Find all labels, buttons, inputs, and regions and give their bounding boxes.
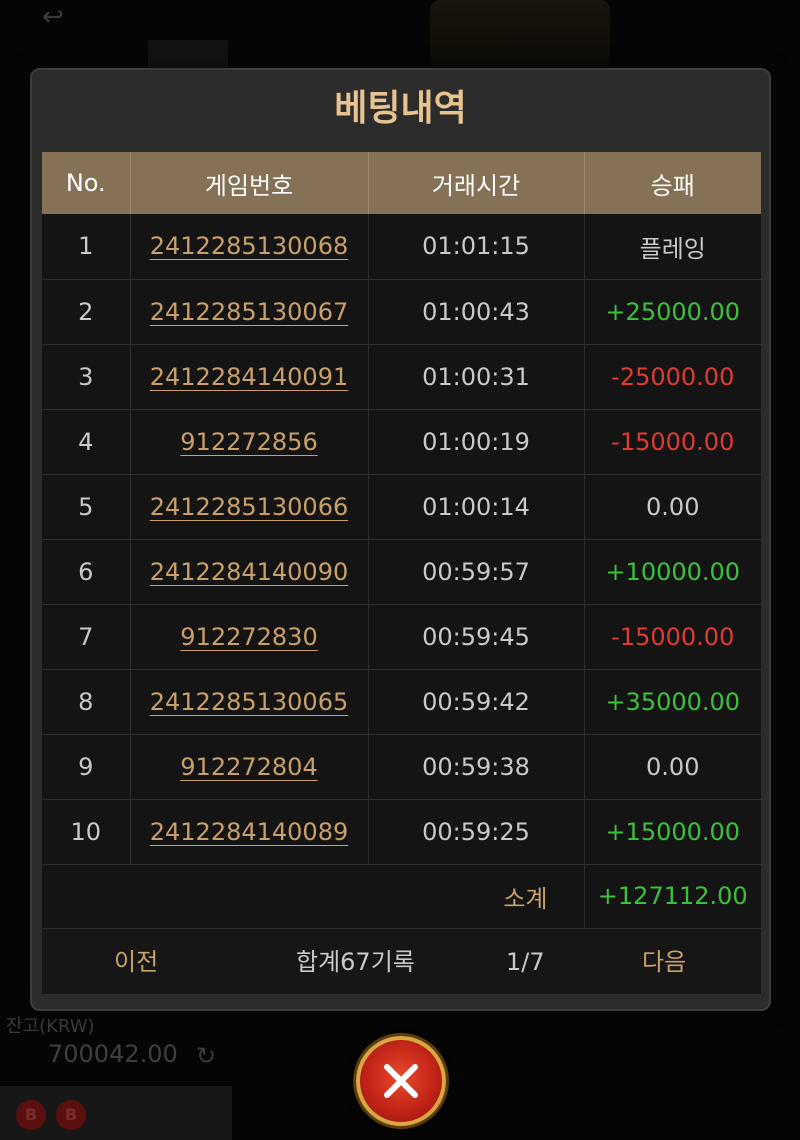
game-id-cell: 2412285130065 bbox=[130, 669, 369, 735]
table-row: 4 912272856 01:00:19 -15000.00 bbox=[42, 409, 761, 475]
trade-time: 01:00:43 bbox=[368, 279, 585, 345]
subtotal-value: +127112.00 bbox=[584, 864, 761, 929]
game-id-cell: 912272804 bbox=[130, 734, 369, 800]
page-indicator: 1/7 bbox=[506, 948, 545, 976]
result-value: +15000.00 bbox=[584, 799, 761, 865]
table-row: 2 2412285130067 01:00:43 +25000.00 bbox=[42, 279, 761, 345]
game-id-cell: 2412285130067 bbox=[130, 279, 369, 345]
row-number: 3 bbox=[42, 344, 131, 410]
table-row: 6 2412284140090 00:59:57 +10000.00 bbox=[42, 539, 761, 605]
result-value: 0.00 bbox=[584, 474, 761, 540]
col-header-result: 승패 bbox=[584, 152, 761, 214]
trade-time: 01:01:15 bbox=[368, 214, 585, 280]
game-id-cell: 2412285130066 bbox=[130, 474, 369, 540]
game-id-link[interactable]: 912272830 bbox=[180, 623, 317, 651]
trade-time: 00:59:45 bbox=[368, 604, 585, 670]
result-value: 플레잉 bbox=[584, 214, 761, 280]
background-tag bbox=[148, 40, 228, 68]
table-header-row: No. 게임번호 거래시간 승패 bbox=[42, 152, 761, 214]
result-value: -15000.00 bbox=[584, 604, 761, 670]
table-row: 10 2412284140089 00:59:25 +15000.00 bbox=[42, 799, 761, 865]
trade-time: 01:00:31 bbox=[368, 344, 585, 410]
col-header-no: No. bbox=[42, 152, 131, 214]
modal-title: 베팅내역 bbox=[334, 88, 467, 129]
prev-page-button[interactable]: 이전 bbox=[114, 930, 158, 994]
game-id-cell: 2412284140091 bbox=[130, 344, 369, 410]
col-header-game-id: 게임번호 bbox=[130, 152, 369, 214]
result-value: +25000.00 bbox=[584, 279, 761, 345]
col-header-time: 거래시간 bbox=[368, 152, 585, 214]
result-value: -15000.00 bbox=[584, 409, 761, 475]
row-number: 7 bbox=[42, 604, 131, 670]
close-x-icon bbox=[384, 1064, 418, 1098]
game-id-link[interactable]: 912272804 bbox=[180, 753, 317, 781]
trade-time: 00:59:57 bbox=[368, 539, 585, 605]
row-number: 5 bbox=[42, 474, 131, 540]
table-row: 9 912272804 00:59:38 0.00 bbox=[42, 734, 761, 800]
table-row: 3 2412284140091 01:00:31 -25000.00 bbox=[42, 344, 761, 410]
trade-time: 00:59:42 bbox=[368, 669, 585, 735]
game-id-cell: 2412284140089 bbox=[130, 799, 369, 865]
game-id-link[interactable]: 2412285130065 bbox=[150, 688, 349, 716]
row-number: 10 bbox=[42, 799, 131, 865]
row-number: 4 bbox=[42, 409, 131, 475]
row-number: 9 bbox=[42, 734, 131, 800]
table-row: 7 912272830 00:59:45 -15000.00 bbox=[42, 604, 761, 670]
game-id-cell: 912272856 bbox=[130, 409, 369, 475]
next-page-button[interactable]: 다음 bbox=[642, 930, 686, 994]
result-value: 0.00 bbox=[584, 734, 761, 800]
result-value: -25000.00 bbox=[584, 344, 761, 410]
game-id-cell: 912272830 bbox=[130, 604, 369, 670]
table-row: 8 2412285130065 00:59:42 +35000.00 bbox=[42, 669, 761, 735]
game-id-link[interactable]: 2412285130067 bbox=[150, 298, 349, 326]
row-number: 1 bbox=[42, 214, 131, 280]
subtotal-label: 소계 bbox=[42, 864, 585, 929]
game-id-cell: 2412285130068 bbox=[130, 214, 369, 280]
game-logo bbox=[430, 0, 610, 70]
game-id-link[interactable]: 2412285130068 bbox=[150, 232, 349, 260]
close-button[interactable] bbox=[356, 1036, 446, 1126]
refresh-icon[interactable]: ↻ bbox=[196, 1042, 216, 1070]
trade-time: 01:00:14 bbox=[368, 474, 585, 540]
game-id-link[interactable]: 2412284140091 bbox=[150, 363, 349, 391]
betting-history-modal: 베팅내역 No. 게임번호 거래시간 승패 1 2412285130068 01:0… bbox=[30, 68, 771, 1011]
trade-time: 01:00:19 bbox=[368, 409, 585, 475]
trade-time: 00:59:25 bbox=[368, 799, 585, 865]
result-value: +10000.00 bbox=[584, 539, 761, 605]
game-id-link[interactable]: 912272856 bbox=[180, 428, 317, 456]
balance-label: 잔고(KRW) bbox=[6, 1016, 95, 1037]
trade-time: 00:59:38 bbox=[368, 734, 585, 800]
chip-banker-1: B bbox=[16, 1100, 46, 1130]
total-records: 합계67기록 bbox=[296, 948, 415, 976]
back-arrow-icon[interactable]: ↩ bbox=[42, 2, 78, 32]
chip-banker-2: B bbox=[56, 1100, 86, 1130]
row-number: 6 bbox=[42, 539, 131, 605]
game-id-link[interactable]: 2412285130066 bbox=[150, 493, 349, 521]
pagination: 이전 합계67기록 1/7 다음 bbox=[42, 930, 761, 994]
row-number: 8 bbox=[42, 669, 131, 735]
game-id-cell: 2412284140090 bbox=[130, 539, 369, 605]
history-table: No. 게임번호 거래시간 승패 1 2412285130068 01:01:15 플… bbox=[42, 152, 761, 994]
game-id-link[interactable]: 2412284140089 bbox=[150, 818, 349, 846]
subtotal-row: 소계 +127112.00 bbox=[42, 864, 761, 929]
game-id-link[interactable]: 2412284140090 bbox=[150, 558, 349, 586]
table-row: 1 2412285130068 01:01:15 플레잉 bbox=[42, 214, 761, 280]
balance-value: 700042.00 bbox=[48, 1040, 178, 1068]
row-number: 2 bbox=[42, 279, 131, 345]
result-value: +35000.00 bbox=[584, 669, 761, 735]
table-row: 5 2412285130066 01:00:14 0.00 bbox=[42, 474, 761, 540]
